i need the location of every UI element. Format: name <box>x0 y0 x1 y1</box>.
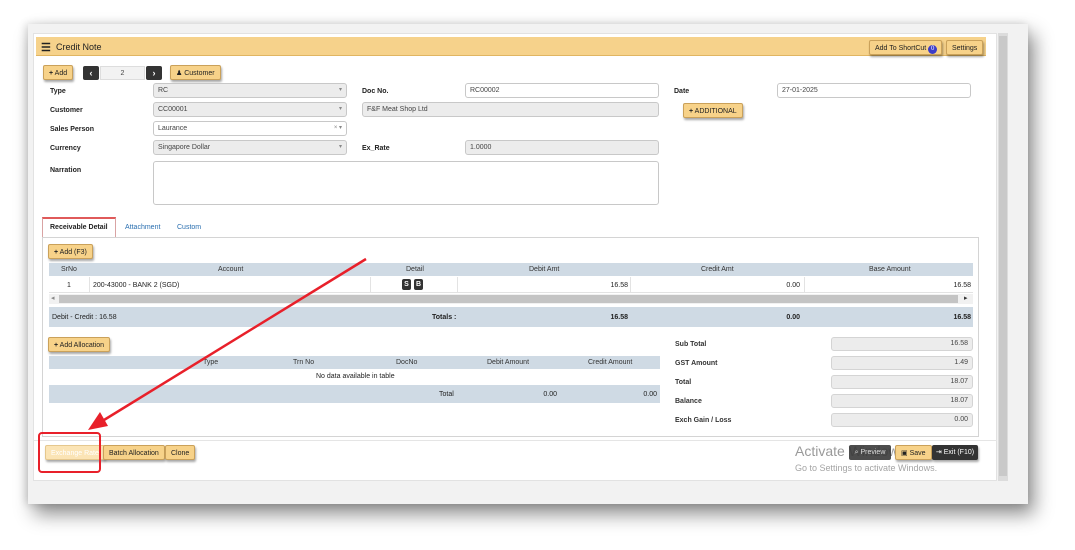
annotation-arrow-line <box>103 257 367 422</box>
annotation-arrow-head <box>88 412 108 430</box>
annotation-arrow <box>88 257 367 430</box>
